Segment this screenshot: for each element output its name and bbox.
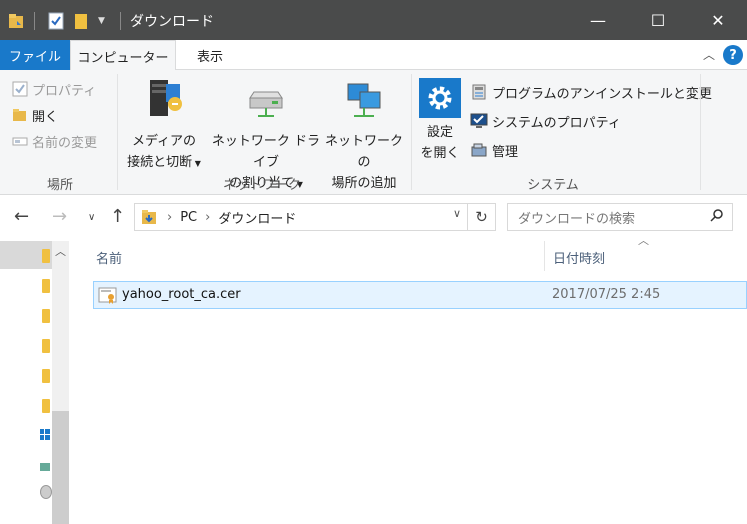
up-arrow-icon[interactable]: ↑	[110, 206, 125, 227]
customize-quick-access-icon[interactable]: ▼	[98, 10, 105, 32]
certificate-file-icon	[98, 287, 117, 304]
breadcrumb-pc[interactable]: PC	[180, 210, 197, 225]
refresh-button[interactable]: ↻	[468, 203, 496, 231]
manage-icon	[471, 143, 487, 157]
column-header-date[interactable]: 日付時刻	[553, 248, 605, 267]
ribbon-tabs: ファイル コンピューター 表示	[0, 40, 747, 71]
nav-dvd-icon[interactable]	[40, 485, 52, 499]
add-location-label-1: ネットワークの	[324, 134, 403, 170]
column-header-name[interactable]: 名前	[96, 248, 122, 267]
settings-gear-icon	[419, 78, 461, 118]
nav-drive-icon[interactable]	[40, 463, 50, 471]
add-location-label-2: 場所の追加	[331, 176, 397, 191]
breadcrumb-separator-icon: ›	[167, 209, 173, 225]
system-properties-label: システムのプロパティ	[492, 115, 621, 131]
tab-view[interactable]: 表示	[180, 40, 240, 70]
settings-label-1: 設定	[426, 125, 453, 140]
system-properties-icon	[470, 113, 488, 128]
breadcrumb-separator-icon: ›	[205, 209, 211, 225]
manage-label: 管理	[492, 144, 519, 160]
help-icon[interactable]: ?	[723, 45, 743, 65]
scrollbar-thumb[interactable]	[52, 411, 69, 524]
forward-arrow-icon[interactable]: →	[52, 206, 67, 227]
properties-icon	[12, 81, 28, 97]
ribbon: プロパティ 開く 名前の変更 場所 メディアの 接続と切断 ▼ ネットワーク ド…	[0, 70, 747, 195]
navigation-pane: ︿	[0, 241, 70, 524]
nav-folder-icon[interactable]	[42, 309, 50, 323]
search-box[interactable]: ダウンロードの検索	[507, 203, 733, 231]
chevron-down-icon: ▼	[192, 159, 201, 168]
properties-button[interactable]: プロパティ	[12, 78, 96, 100]
nav-folder-icon[interactable]	[42, 249, 50, 263]
address-bar[interactable]: › PC › ダウンロード ∨	[134, 203, 468, 231]
nav-folder-icon[interactable]	[42, 369, 50, 383]
search-placeholder: ダウンロードの検索	[518, 211, 636, 227]
search-icon[interactable]	[710, 208, 724, 226]
settings-label-2: を開く	[420, 146, 460, 161]
folder-app-icon[interactable]	[8, 10, 26, 32]
nav-windows-drive-icon[interactable]	[40, 429, 50, 445]
back-arrow-icon[interactable]: ←	[14, 206, 29, 227]
network-drive-icon	[249, 91, 283, 117]
uninstall-icon	[472, 84, 486, 100]
rename-button[interactable]: 名前の変更	[12, 130, 97, 152]
window-title: ダウンロード	[130, 14, 214, 30]
rename-label: 名前の変更	[32, 135, 98, 151]
media-connect-label-1: メディアの	[131, 134, 197, 149]
open-button[interactable]: 開く	[12, 104, 58, 126]
nav-folder-icon[interactable]	[42, 279, 50, 293]
file-row[interactable]: yahoo_root_ca.cer 2017/07/25 2:45	[93, 281, 747, 309]
tab-file[interactable]: ファイル	[0, 40, 70, 70]
maximize-button[interactable]: ☐	[628, 0, 688, 40]
nav-folder-icon[interactable]	[42, 339, 50, 353]
open-folder-icon	[13, 109, 26, 121]
system-properties-button[interactable]: システムのプロパティ	[470, 110, 621, 132]
tab-computer[interactable]: コンピューター	[70, 40, 176, 71]
scroll-up-arrow-icon[interactable]: ︿	[53, 243, 68, 259]
recent-locations-chevron-icon[interactable]: ∨	[88, 212, 95, 223]
properties-quick-icon[interactable]	[48, 10, 64, 32]
address-dropdown-chevron-icon[interactable]: ∨	[453, 207, 461, 220]
column-divider[interactable]	[544, 241, 545, 271]
map-drive-label-1: ネットワーク ドライブ	[211, 134, 321, 170]
downloads-folder-icon	[142, 210, 156, 224]
add-network-location-button[interactable]: ネットワークの 場所の追加	[322, 78, 406, 194]
title-bar: ▼ ダウンロード — ☐ ✕	[0, 0, 747, 40]
sort-ascending-icon: ︿	[638, 234, 649, 247]
uninstall-label: プログラムのアンインストールと変更	[492, 86, 712, 102]
open-label: 開く	[32, 109, 59, 125]
properties-label: プロパティ	[32, 83, 97, 99]
file-name: yahoo_root_ca.cer	[122, 287, 241, 302]
close-button[interactable]: ✕	[688, 0, 747, 40]
network-location-icon	[347, 83, 381, 117]
breadcrumb-downloads[interactable]: ダウンロード	[218, 208, 296, 227]
group-label-network: ネットワーク	[222, 178, 301, 193]
media-connect-button[interactable]: メディアの 接続と切断 ▼	[120, 78, 208, 174]
group-label-location: 場所	[46, 178, 73, 193]
manage-button[interactable]: 管理	[470, 139, 518, 161]
media-connect-label-2: 接続と切断	[127, 155, 193, 170]
media-server-icon	[150, 80, 182, 116]
rename-icon	[12, 137, 28, 146]
minimize-button[interactable]: —	[568, 0, 628, 40]
open-settings-button[interactable]: 設定 を開く	[416, 78, 464, 164]
file-date: 2017/07/25 2:45	[552, 287, 661, 302]
collapse-ribbon-icon[interactable]: ︿	[703, 46, 715, 63]
group-label-system: システム	[527, 178, 579, 193]
uninstall-programs-button[interactable]: プログラムのアンインストールと変更	[470, 81, 712, 103]
nav-folder-icon[interactable]	[42, 399, 50, 413]
refresh-icon: ↻	[475, 208, 488, 226]
new-folder-quick-icon[interactable]	[74, 10, 88, 32]
